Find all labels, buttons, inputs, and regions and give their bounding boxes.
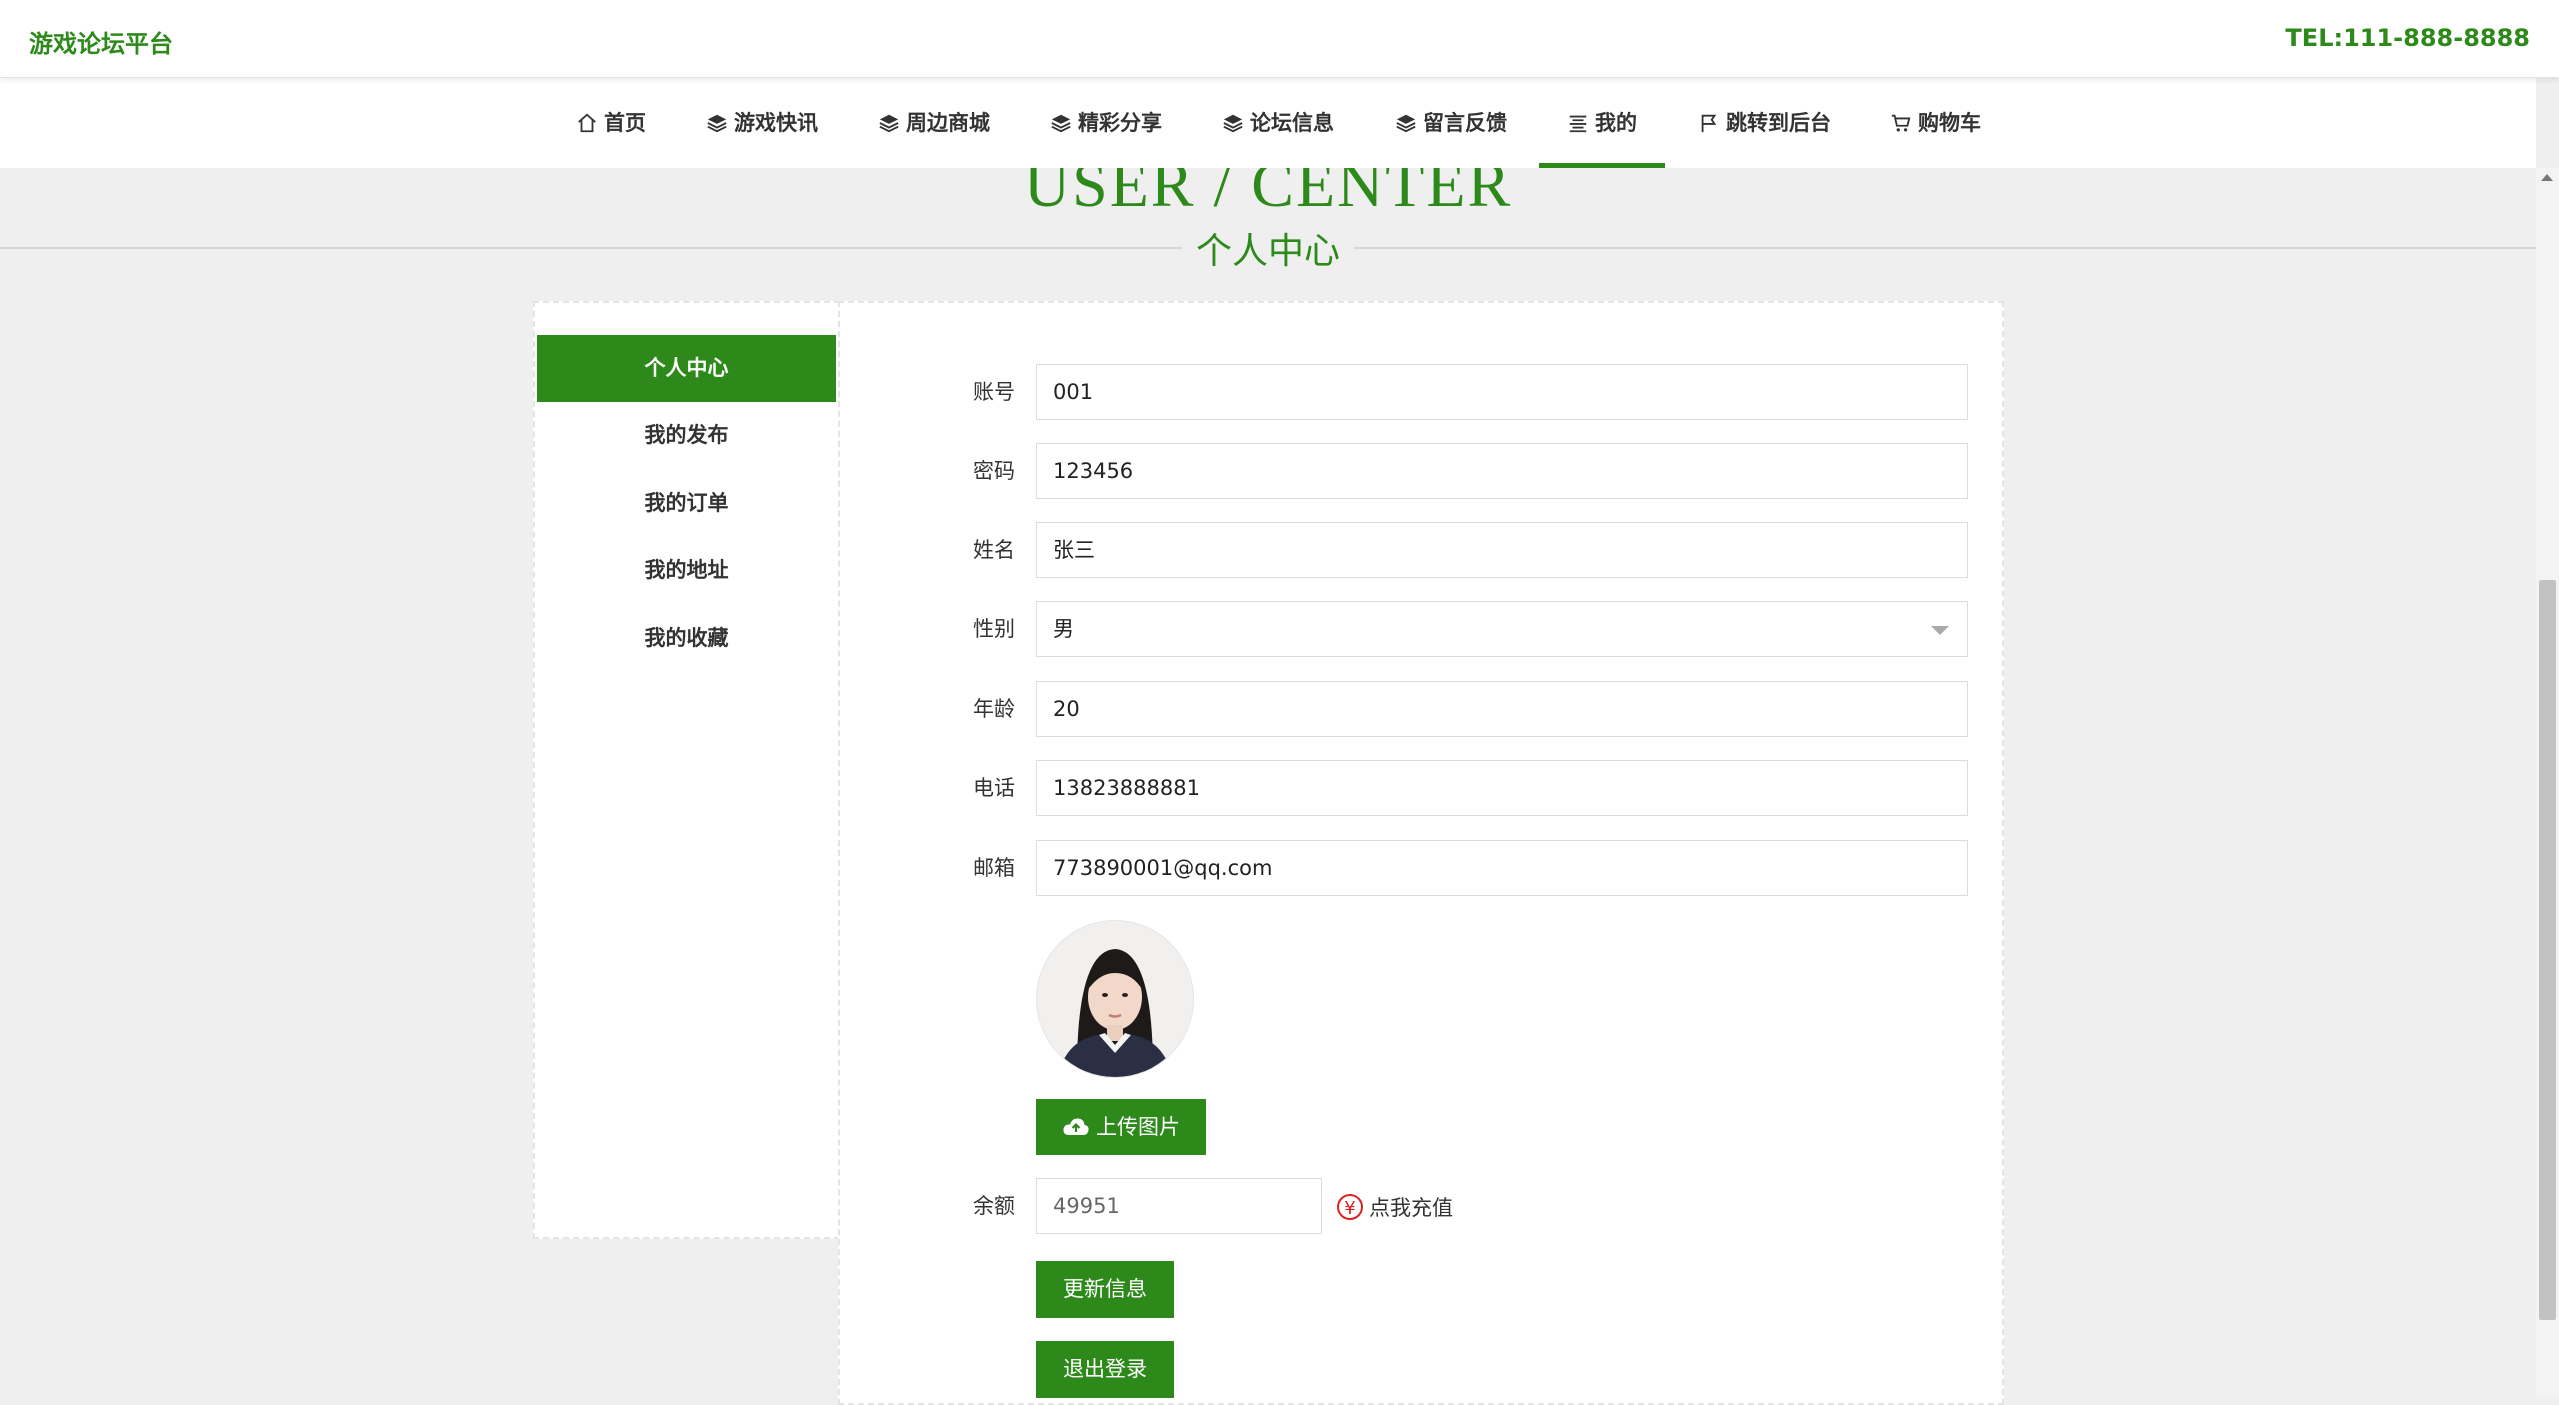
nav-item-share[interactable]: 精彩分享 [1050,78,1162,168]
update-info-button[interactable]: 更新信息 [1036,1261,1174,1318]
sidebar-item-user-center[interactable]: 个人中心 [537,335,836,402]
layers-icon [879,114,899,133]
nav-item-label: 首页 [604,111,646,135]
avatar-photo [1037,921,1193,1077]
flag-icon [1701,114,1717,133]
balance-label: 余额 [973,1194,1015,1218]
yen-icon: ¥ [1337,1194,1363,1220]
layers-icon [707,114,727,133]
main-nav: 首页 游戏快讯 周边商城 精彩分享 论坛信息 留言反馈 我的 跳转到后台 购物车 [0,78,2536,168]
nav-item-cart[interactable]: 购物车 [1890,78,1981,168]
name-field[interactable]: 张三 [1036,522,1968,578]
contact-tel: TEL:111-888-8888 [2285,24,2530,52]
scroll-up-arrow-icon[interactable] [2541,174,2553,181]
account-label: 账号 [973,380,1015,404]
nav-item-home[interactable]: 首页 [576,78,646,168]
layers-icon [1223,114,1243,133]
upload-image-label: 上传图片 [1096,1115,1180,1139]
nav-item-label: 跳转到后台 [1726,111,1831,135]
nav-item-game-news[interactable]: 游戏快讯 [706,78,818,168]
home-icon [578,113,596,133]
age-field[interactable]: 20 [1036,681,1968,737]
sidebar-item-my-address[interactable]: 我的地址 [537,537,836,604]
chevron-down-icon [1931,626,1949,635]
sidebar-item-my-favorites[interactable]: 我的收藏 [537,605,836,672]
user-sidebar: 个人中心 我的发布 我的订单 我的地址 我的收藏 [533,301,840,1239]
recharge-label: 点我充值 [1369,1196,1453,1220]
recharge-link[interactable]: ¥ 点我充值 [1337,1192,1453,1222]
sidebar-item-my-posts[interactable]: 我的发布 [537,402,836,469]
account-field[interactable]: 001 [1036,364,1968,420]
site-logo[interactable]: 游戏论坛平台 [29,24,173,59]
age-label: 年龄 [973,697,1015,721]
page-title-cn-text: 个人中心 [1181,231,1354,272]
logout-button[interactable]: 退出登录 [1036,1341,1174,1398]
password-label: 密码 [973,459,1015,483]
nav-item-label: 我的 [1595,111,1637,135]
layers-icon [1051,114,1071,133]
scrollbar-thumb[interactable] [2539,580,2556,1320]
password-field[interactable]: 123456 [1036,443,1968,499]
nav-item-label: 留言反馈 [1423,111,1507,135]
nav-item-shop[interactable]: 周边商城 [878,78,990,168]
page-title-cn: 个人中心 [0,222,2536,274]
nav-item-mine[interactable]: 我的 [1539,78,1665,168]
email-label: 邮箱 [973,856,1015,880]
phone-field[interactable]: 13823888881 [1036,760,1968,816]
cloud-upload-icon [1063,1118,1089,1135]
gender-select[interactable]: 男 [1036,601,1968,657]
gender-select-value: 男 [1053,617,1074,641]
sidebar-item-my-orders[interactable]: 我的订单 [537,470,836,537]
nav-item-feedback[interactable]: 留言反馈 [1395,78,1507,168]
avatar [1036,920,1194,1078]
nav-item-label: 论坛信息 [1250,111,1334,135]
nav-item-label: 周边商城 [906,111,990,135]
top-bar: 游戏论坛平台 TEL:111-888-8888 [0,0,2559,78]
layers-icon [1396,114,1416,133]
nav-item-label: 精彩分享 [1078,111,1162,135]
phone-label: 电话 [973,776,1015,800]
gender-label: 性别 [973,617,1015,641]
upload-image-button[interactable]: 上传图片 [1036,1099,1206,1155]
nav-item-admin[interactable]: 跳转到后台 [1698,78,1831,168]
nav-item-forum-info[interactable]: 论坛信息 [1222,78,1334,168]
email-field[interactable]: 773890001@qq.com [1036,840,1968,896]
name-label: 姓名 [973,538,1015,562]
cart-icon [1891,114,1911,132]
nav-item-label: 购物车 [1918,111,1981,135]
balance-field: 49951 [1036,1178,1322,1234]
nav-item-label: 游戏快讯 [734,111,818,135]
menu-icon [1569,115,1587,133]
